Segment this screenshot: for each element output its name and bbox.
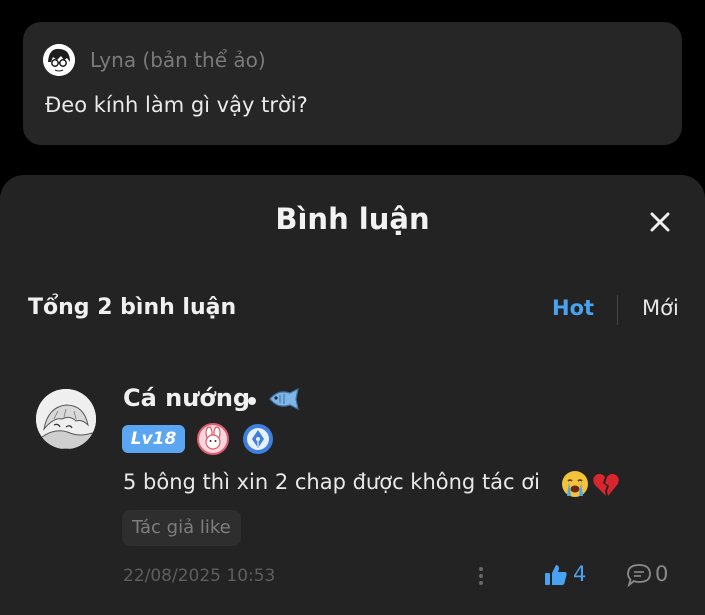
level-badge: Lv18 bbox=[122, 425, 185, 453]
broken-heart-emoji bbox=[593, 473, 619, 496]
close-button[interactable] bbox=[645, 207, 675, 237]
more-options-button[interactable] bbox=[473, 565, 489, 587]
comments-sheet: Bình luận Tổng 2 bình luận Hot Mới Cá nư… bbox=[0, 175, 705, 615]
close-icon bbox=[650, 212, 670, 232]
comment-bubble-icon bbox=[627, 564, 651, 587]
quote-avatar bbox=[43, 44, 75, 76]
pen-nib-badge-icon bbox=[243, 424, 273, 454]
quote-text: Đeo kính làm gì vậy trời? bbox=[45, 93, 308, 117]
comment-timestamp: 22/08/2025 10:53 bbox=[123, 566, 276, 586]
like-count: 4 bbox=[573, 562, 587, 586]
comment-text: 5 bông thì xin 2 chap được không tác ơi bbox=[123, 470, 540, 494]
commenter-name[interactable]: Cá nướng bbox=[123, 384, 250, 412]
commenter-avatar[interactable] bbox=[36, 389, 96, 449]
sort-divider bbox=[617, 295, 618, 325]
sort-hot-tab[interactable]: Hot bbox=[552, 296, 594, 320]
crying-face-emoji bbox=[562, 471, 588, 497]
quoted-comment-card: Lyna (bản thể ảo) Đeo kính làm gì vậy tr… bbox=[23, 22, 682, 145]
sort-new-tab[interactable]: Mới bbox=[642, 296, 679, 320]
reply-count: 0 bbox=[655, 562, 669, 586]
thumbs-up-icon bbox=[545, 565, 567, 585]
fish-icon bbox=[269, 387, 299, 411]
like-button[interactable]: 4 bbox=[544, 561, 594, 591]
author-liked-tag: Tác giả like bbox=[122, 510, 241, 546]
comment-total-count: Tổng 2 bình luận bbox=[28, 295, 237, 320]
bunny-badge-icon bbox=[197, 423, 229, 455]
reply-button[interactable]: 0 bbox=[626, 561, 676, 591]
quote-author-name: Lyna (bản thể ảo) bbox=[90, 48, 266, 72]
sheet-title: Bình luận bbox=[275, 202, 430, 236]
more-vertical-icon bbox=[479, 567, 483, 585]
name-separator-dot bbox=[248, 397, 256, 405]
